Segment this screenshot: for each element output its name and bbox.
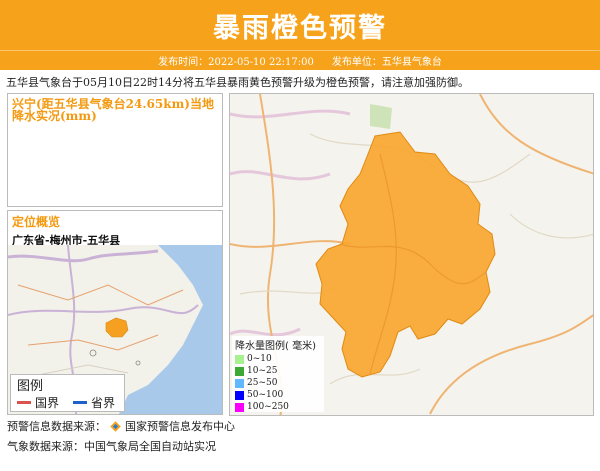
national-border-swatch (17, 401, 31, 404)
publish-unit: 发布单位：五华县气象台 (331, 57, 442, 68)
warning-description: 五华县气象台于05月10日22时14分将五华县暴雨黄色预警升级为橙色预警，请注意… (6, 76, 469, 89)
rain-swatch-4 (235, 402, 244, 412)
rain-label-1: 10~25 (247, 366, 278, 376)
legend-provincial: 省界 (73, 394, 115, 411)
weather-source-line: 气象数据来源：中国气象局全国自动站实况 (7, 440, 216, 453)
rainfall-legend: 降水量图例( 毫米) 0~10 10~25 25~50 50~100 100~2… (232, 336, 324, 412)
warning-banner: 暴雨橙色预警 (0, 0, 600, 50)
warning-source-label: 预警信息数据来源： (7, 420, 106, 433)
rain-label-3: 50~100 (247, 390, 284, 400)
boundary-legend: 图例 国界 省界 (10, 374, 125, 412)
rainfall-legend-item: 25~50 (232, 377, 324, 389)
rain-label-4: 100~250 (247, 402, 289, 412)
warning-center-logo-icon (110, 420, 121, 432)
page-title: 暴雨橙色预警 (213, 12, 387, 44)
publish-info-bar: 发布时间：2022-05-10 22:17:00 发布单位：五华县气象台 (0, 50, 600, 70)
warning-source-line: 预警信息数据来源： 国家预警信息发布中心 (7, 418, 235, 434)
rainfall-legend-item: 100~250 (232, 401, 324, 413)
rainfall-legend-item: 10~25 (232, 365, 324, 377)
rain-label-2: 25~50 (247, 378, 278, 388)
rain-swatch-2 (235, 378, 244, 388)
publish-time: 发布时间：2022-05-10 22:17:00 (158, 57, 314, 68)
legend-national: 国界 (17, 394, 59, 411)
location-panel-title: 定位概览 (12, 215, 61, 229)
rainfall-panel: 兴宁(距五华县气象台24.65km)当地降水实况(mm) (7, 93, 223, 207)
rain-swatch-1 (235, 366, 244, 376)
boundary-legend-title: 图例 (17, 379, 44, 394)
rainfall-legend-item: 0~10 (232, 353, 324, 365)
rainfall-legend-item: 50~100 (232, 389, 324, 401)
rain-swatch-3 (235, 390, 244, 400)
legend-provincial-label: 省界 (91, 396, 116, 410)
rainfall-panel-title: 兴宁(距五华县气象台24.65km)当地降水实况(mm) (12, 97, 214, 123)
rainfall-legend-title: 降水量图例( 毫米) (235, 341, 316, 352)
warning-source-name[interactable]: 国家预警信息发布中心 (125, 418, 235, 434)
rain-swatch-0 (235, 354, 244, 364)
provincial-border-swatch (73, 401, 87, 404)
legend-national-label: 国界 (35, 396, 60, 410)
rain-label-0: 0~10 (247, 354, 272, 364)
